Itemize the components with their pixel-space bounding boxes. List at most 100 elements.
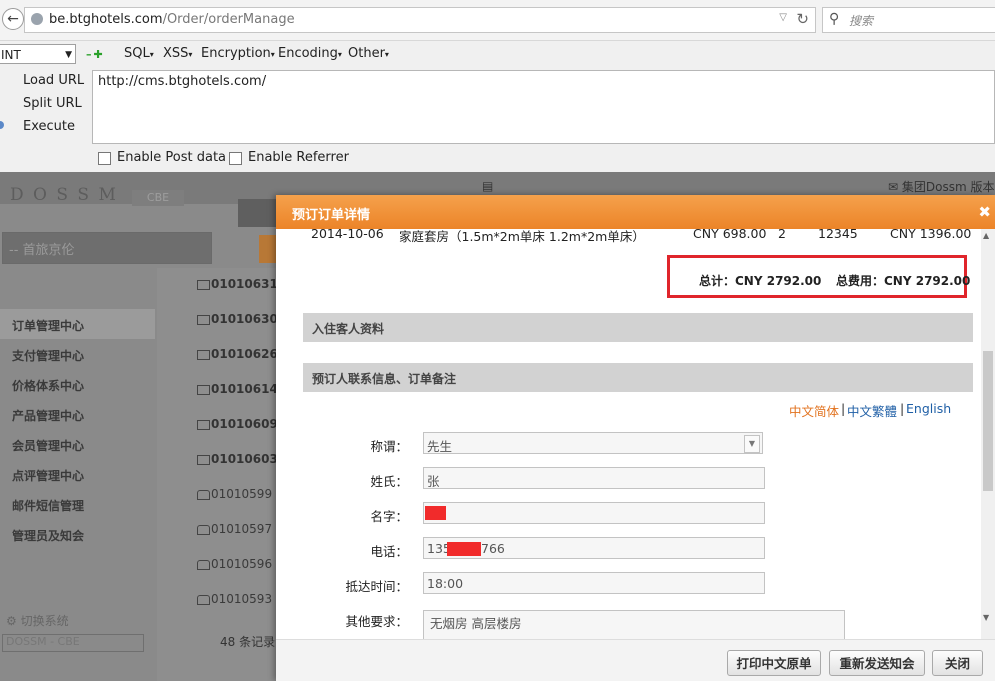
reload-icon[interactable]: ↻ xyxy=(796,10,809,28)
lang-separator: | xyxy=(900,401,905,416)
title-select[interactable]: 先生 ▼ xyxy=(423,432,763,454)
section-guest[interactable]: 入住客人资料 xyxy=(303,313,973,342)
mail-icon xyxy=(197,385,210,395)
enable-referrer-label: Enable Referrer xyxy=(248,150,349,165)
url-dropdown-icon[interactable]: ▽ xyxy=(779,12,787,23)
order-row[interactable]: 01010609 xyxy=(211,417,278,431)
subtotal: 总计：CNY 2792.00 xyxy=(699,274,822,288)
enable-referrer-checkbox[interactable] xyxy=(229,152,242,165)
menu-other[interactable]: Other▾ xyxy=(348,46,389,61)
load-url-button[interactable]: Load URL xyxy=(23,73,84,88)
row-code: 12345 xyxy=(818,226,858,241)
url-domain: be.btghotels.com xyxy=(49,12,163,27)
mail-icon xyxy=(197,350,210,360)
home-tab[interactable] xyxy=(238,199,278,227)
redaction-mark xyxy=(447,542,481,556)
mail-icon xyxy=(197,315,210,325)
modal-scrollbar[interactable]: ▲ ▼ xyxy=(981,229,995,639)
section-contact[interactable]: 预订人联系信息、订单备注 xyxy=(303,363,973,392)
sidenav-order[interactable]: 订单管理中心 xyxy=(12,317,84,334)
open-mail-icon xyxy=(197,525,210,535)
hotel-select[interactable]: -- 首旅京伦 xyxy=(2,232,212,264)
lang-english[interactable]: English xyxy=(906,401,951,416)
menu-xss[interactable]: XSS▾ xyxy=(163,46,192,61)
url-path: /Order/orderManage xyxy=(162,12,295,27)
modal-title: 预订订单详情 xyxy=(292,208,371,223)
mail-icon xyxy=(197,280,210,290)
order-row[interactable]: 01010599 xyxy=(211,487,272,501)
print-chinese-button[interactable]: 打印中文原单 xyxy=(727,650,821,676)
resend-notice-button[interactable]: 重新发送知会 xyxy=(829,650,925,676)
surname-field[interactable]: 张 xyxy=(423,467,765,489)
close-icon[interactable]: ✖ xyxy=(978,203,991,221)
phone-suffix: 766 xyxy=(481,541,505,556)
arrival-field[interactable]: 18:00 xyxy=(423,572,765,594)
order-row[interactable]: 01010596 xyxy=(211,557,272,571)
enable-post-label: Enable Post data xyxy=(117,150,227,165)
url-text[interactable]: be.btghotels.com/Order/orderManage xyxy=(49,12,295,27)
search-icon: ⚲ xyxy=(829,11,840,27)
int-select[interactable]: INT ▼ xyxy=(0,44,76,64)
open-mail-icon xyxy=(197,490,210,500)
lang-separator: | xyxy=(841,401,846,416)
close-button[interactable]: 关闭 xyxy=(932,650,983,676)
url-textarea-value: http://cms.btghotels.com/ xyxy=(98,74,267,89)
other-label: 其他要求： xyxy=(345,614,408,629)
sidenav-mail-sms[interactable]: 邮件短信管理 xyxy=(12,497,84,514)
name-label: 名字： xyxy=(370,509,408,524)
back-icon[interactable]: ← xyxy=(2,8,24,30)
order-row[interactable]: 01010626 xyxy=(211,347,278,361)
order-row[interactable]: 01010614 xyxy=(211,382,278,396)
row-date: 2014-10-06 xyxy=(311,226,384,241)
sidenav-product[interactable]: 产品管理中心 xyxy=(12,407,84,424)
open-mail-icon xyxy=(197,595,210,605)
mail-icon xyxy=(197,455,210,465)
cbe-badge: CBE xyxy=(132,190,184,206)
print-icon[interactable]: ▤ xyxy=(482,179,493,193)
group-version-link[interactable]: ✉ 集团Dossm 版本 xyxy=(888,178,994,195)
sidenav-admin[interactable]: 管理员及知会 xyxy=(12,527,84,544)
execute-icon xyxy=(0,121,4,129)
row-total: CNY 1396.00 xyxy=(890,226,972,241)
chevron-down-icon: ▼ xyxy=(744,435,760,453)
arrival-label: 抵达时间： xyxy=(345,579,408,594)
enable-post-checkbox[interactable] xyxy=(98,152,111,165)
hackbar: INT ▼ –✚ SQL▾ XSS▾ Encryption▾ Encoding▾ … xyxy=(0,41,995,172)
chevron-down-icon: ▼ xyxy=(65,50,72,60)
search-box[interactable]: ⚲ 搜索 xyxy=(822,7,995,33)
scroll-up-icon[interactable]: ▲ xyxy=(983,231,989,240)
sidenav-payment[interactable]: 支付管理中心 xyxy=(12,347,84,364)
other-requests-field[interactable]: 无烟房 高层楼房 xyxy=(423,610,845,640)
phone-field[interactable]: 135 766 xyxy=(423,537,765,559)
modal-footer: 打印中文原单 重新发送知会 关闭 xyxy=(276,639,995,681)
plus-minus-icon[interactable]: –✚ xyxy=(86,48,105,61)
order-row[interactable]: 01010597 xyxy=(211,522,272,536)
lang-simplified[interactable]: 中文简体 xyxy=(789,401,839,420)
execute-button[interactable]: Execute xyxy=(23,119,75,134)
phone-label: 电话： xyxy=(370,544,408,559)
scroll-thumb[interactable] xyxy=(983,351,993,491)
menu-encryption[interactable]: Encryption▾ xyxy=(201,46,275,61)
order-row[interactable]: 01010631 xyxy=(211,277,278,291)
scroll-down-icon[interactable]: ▼ xyxy=(983,613,989,622)
sidenav-review[interactable]: 点评管理中心 xyxy=(12,467,84,484)
menu-encoding[interactable]: Encoding▾ xyxy=(278,46,342,61)
surname-label: 姓氏： xyxy=(370,474,408,489)
system-select[interactable]: DOSSM - CBE xyxy=(2,634,144,652)
sidenav-pricing[interactable]: 价格体系中心 xyxy=(12,377,84,394)
split-url-button[interactable]: Split URL xyxy=(23,96,82,111)
search-placeholder: 搜索 xyxy=(849,14,874,28)
order-row[interactable]: 01010593 xyxy=(211,592,272,606)
order-row[interactable]: 01010603 xyxy=(211,452,278,466)
url-textarea[interactable]: http://cms.btghotels.com/ xyxy=(92,70,995,144)
sidenav-member[interactable]: 会员管理中心 xyxy=(12,437,84,454)
lang-traditional[interactable]: 中文繁體 xyxy=(847,401,897,420)
order-row[interactable]: 01010630 xyxy=(211,312,278,326)
int-select-value: INT xyxy=(1,48,21,62)
address-bar[interactable]: be.btghotels.com/Order/orderManage ▽ ↻ xyxy=(24,7,816,33)
browser-toolbar: ← be.btghotels.com/Order/orderManage ▽ ↻… xyxy=(0,0,995,41)
record-count: 48 条记录 xyxy=(220,635,276,649)
modal-header: 预订订单详情 ✖ xyxy=(276,195,995,229)
name-field[interactable] xyxy=(423,502,765,524)
menu-sql[interactable]: SQL▾ xyxy=(124,46,154,61)
